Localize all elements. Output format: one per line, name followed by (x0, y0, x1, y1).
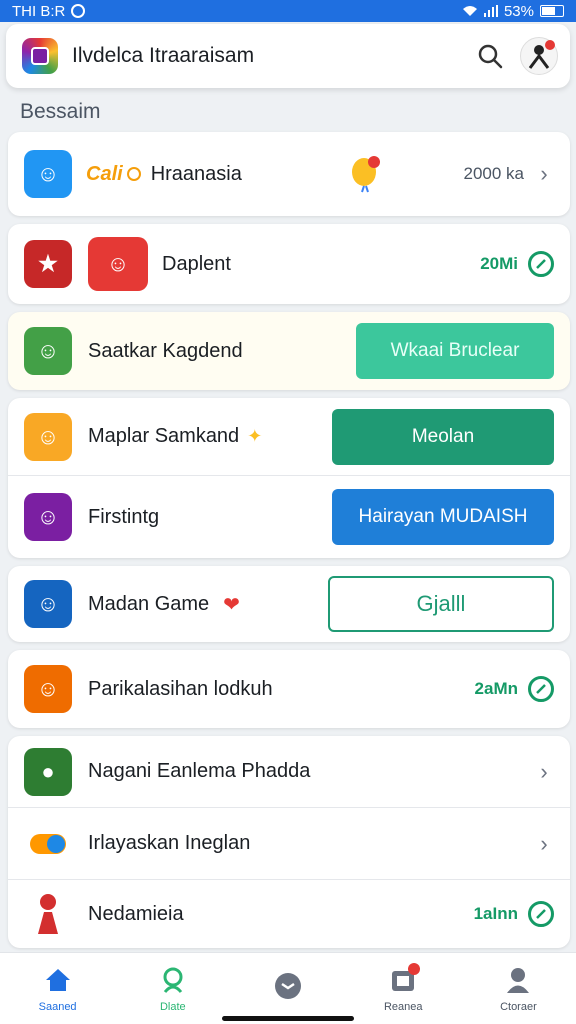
nav-profile[interactable]: Ctoraer (461, 953, 576, 1024)
app-header: Ilvdelca Itraaraisam (6, 24, 570, 88)
heart-icon: ❤ (223, 593, 240, 616)
check-circle-icon (528, 676, 554, 702)
section-title: Bessaim (20, 100, 101, 123)
list-item[interactable]: ● Nagani Eanlema Phadda › (8, 736, 570, 808)
app-card: ☺ Saatkar Kagdend Wkaai Bruclear (8, 312, 570, 390)
app-card: ☺ Cali Hraanasia 2000 ka › (8, 132, 570, 216)
list-item[interactable]: ☺ Cali Hraanasia 2000 ka › (8, 132, 570, 216)
app-card: ● Nagani Eanlema Phadda › Irlayaskan Ine… (8, 736, 570, 948)
list-item: ☺ Maplar Samkand ✦ Meolan (8, 398, 570, 476)
game-icon-bird: ● (24, 747, 72, 796)
nav-label: Saaned (38, 1000, 77, 1013)
game-icon-figure (38, 894, 58, 934)
bottom-nav: Saaned Dlate Reanea Ctoraer (0, 952, 576, 1024)
game-icon-characters: ★ (24, 240, 72, 288)
search-button[interactable] (470, 36, 510, 76)
nav-label: Dlate (159, 1000, 186, 1013)
nav-inbox[interactable]: Reanea (346, 953, 461, 1024)
game-icon-boy: ☺ (24, 580, 72, 628)
chevron-right-icon: › (540, 758, 548, 784)
game-icon-panda: ☺ (24, 493, 72, 541)
sparkle-icon: ✦ (247, 426, 263, 446)
action-button[interactable]: Meolan (332, 408, 554, 465)
list-item-label-text: Maplar Samkand (88, 425, 240, 447)
nav-label: Reanea (383, 1000, 423, 1013)
list-item: ☺ Firstintg Hairayan MUDAISH (8, 476, 570, 558)
status-bar: THI B:R 53% (0, 0, 576, 22)
list-item-label: Nedamieia (88, 902, 184, 925)
signal-icon (483, 5, 498, 17)
list-item-label: Daplent (162, 252, 231, 275)
list-item-label: Irlayaskan Ineglan (88, 832, 251, 854)
chevron-right-icon: › (540, 830, 548, 856)
list-item-label: Madan Game ❤ (88, 592, 328, 617)
chevron-right-icon: › (540, 161, 548, 186)
list-item-value: 1aInn (473, 904, 518, 923)
list-item-label: Hraanasia (150, 162, 242, 185)
list-item-value: 2aMn (474, 679, 518, 698)
list-item-value: 20Mi (480, 254, 518, 273)
check-circle-icon (528, 251, 554, 277)
list-item[interactable]: ★ ☺ Daplent 20Mi (8, 224, 570, 304)
action-button[interactable]: Hairayan MUDAISH (332, 489, 554, 545)
balloon-icon (351, 156, 380, 193)
app-card: ☺ Parikalasihan lodkuh 2aMn (8, 650, 570, 728)
list-item-label: Maplar Samkand ✦ (88, 425, 332, 448)
home-indicator (222, 1016, 354, 1021)
battery-icon (540, 5, 564, 17)
page-title: Ilvdelca Itraaraisam (72, 44, 255, 67)
nav-games[interactable] (230, 953, 345, 1024)
game-controller-icon (275, 972, 301, 999)
app-card: ☺ Maplar Samkand ✦ Meolan ☺ Firstintg Ha… (8, 398, 570, 558)
game-icon-friends: ☺ (88, 237, 148, 291)
avatar[interactable] (520, 37, 558, 75)
search-icon (478, 44, 503, 69)
app-card: ☺ Madan Game ❤ Gjalll (8, 566, 570, 642)
app-card: ★ ☺ Daplent 20Mi (8, 224, 570, 304)
check-circle-icon (528, 901, 554, 927)
nav-home[interactable]: Saaned (0, 953, 115, 1024)
game-icon-frog: ☺ (24, 412, 72, 461)
brand-logo: Cali (86, 163, 141, 186)
list-item[interactable]: ☺ Parikalasihan lodkuh 2aMn (8, 650, 570, 728)
nav-location[interactable]: Dlate (115, 953, 230, 1024)
game-icon-smiley: ☺ (24, 665, 72, 713)
list-item: ☺ Madan Game ❤ Gjalll (8, 566, 570, 642)
wifi-icon (462, 6, 477, 16)
battery-percent: 53% (503, 2, 534, 20)
status-app-icon (71, 4, 86, 18)
list-item-label: Parikalasihan lodkuh (88, 677, 273, 700)
list-item-label: Saatkar Kagdend (88, 339, 243, 362)
notification-dot (545, 40, 555, 50)
nav-label: Ctoraer (500, 1000, 537, 1013)
status-time: THI B:R (12, 2, 66, 20)
list-item[interactable]: Irlayaskan Ineglan › (8, 808, 570, 880)
list-item-label: Firstintg (88, 505, 160, 528)
action-button[interactable]: Wkaai Bruclear (356, 323, 554, 379)
list-item-label-text: Madan Game (88, 592, 210, 615)
list-item[interactable]: Nedamieia 1aInn (8, 880, 570, 948)
profile-icon (507, 967, 530, 993)
list-item: ☺ Saatkar Kagdend Wkaai Bruclear (8, 312, 570, 390)
game-icon-face: ☺ (24, 150, 72, 198)
game-icon-toggle (30, 833, 66, 854)
home-icon (45, 968, 70, 991)
list-item-label: Nagani Eanlema Phadda (88, 760, 311, 782)
list-item-value: 2000 ka (463, 164, 525, 183)
game-icon-clown: ☺ (24, 327, 72, 375)
action-button-outline[interactable]: Gjalll (328, 576, 554, 632)
app-logo[interactable] (22, 38, 58, 74)
location-icon (163, 967, 183, 993)
nav-badge (407, 963, 420, 975)
